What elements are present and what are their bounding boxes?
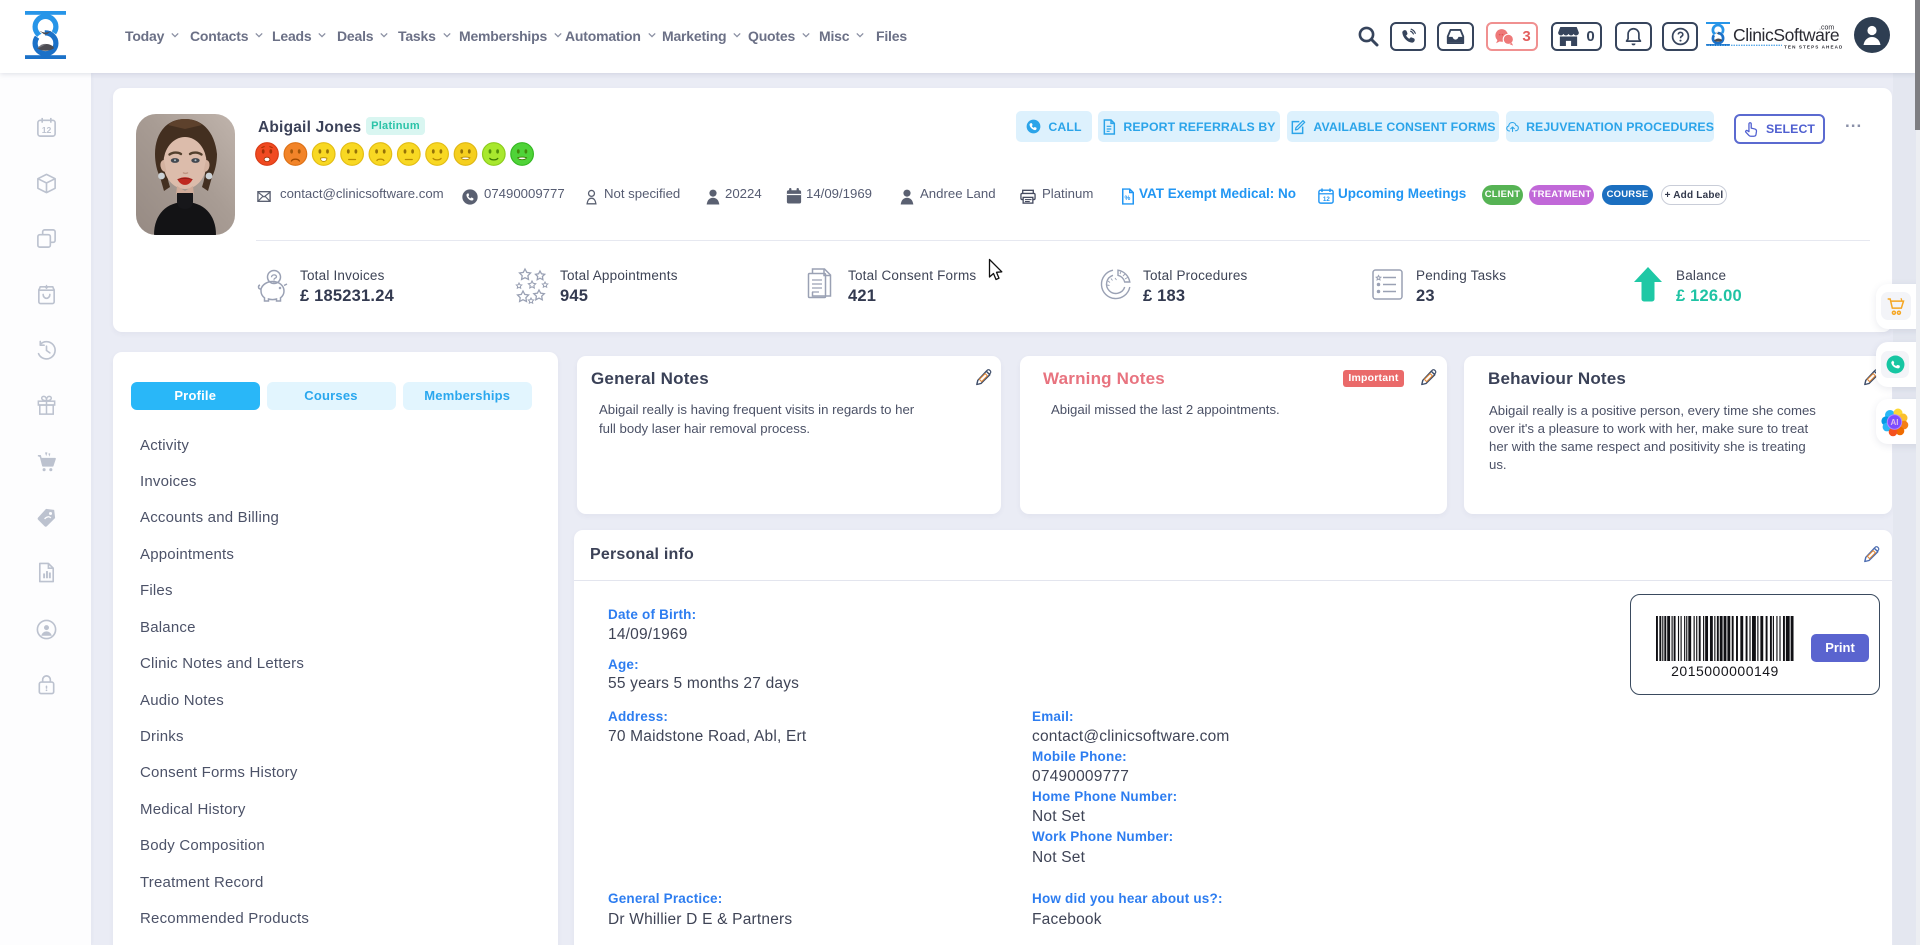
svg-text:%: % xyxy=(1125,195,1131,202)
svg-text:TEN STEPS AHEAD: TEN STEPS AHEAD xyxy=(1784,45,1842,50)
svg-text:12: 12 xyxy=(42,125,52,135)
svg-text:AI: AI xyxy=(1891,418,1899,427)
svg-text:12: 12 xyxy=(1323,196,1330,203)
svg-text:.com: .com xyxy=(1819,25,1834,32)
